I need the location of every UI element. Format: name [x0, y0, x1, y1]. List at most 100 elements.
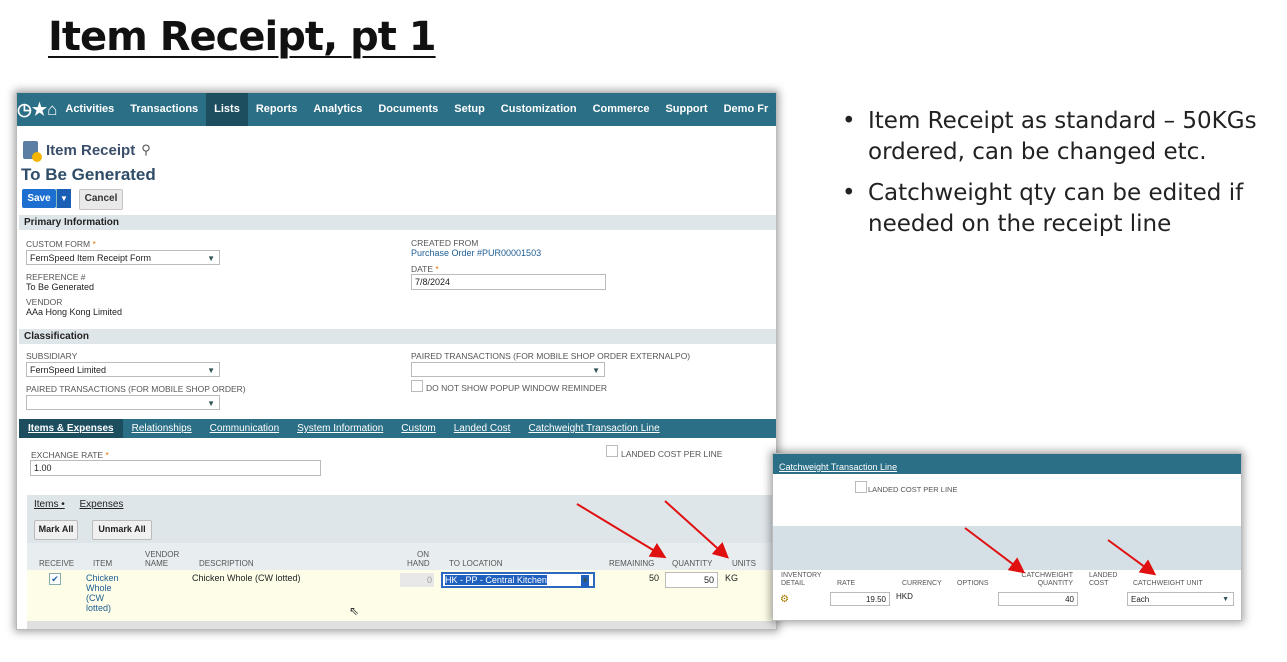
- landed-cost-checkbox[interactable]: [855, 481, 867, 493]
- catchweight-unit-select[interactable]: Each ▼: [1127, 592, 1234, 606]
- quantity-input[interactable]: 50: [665, 572, 718, 588]
- col-rate: RATE: [837, 580, 856, 587]
- rate-input[interactable]: 19.50: [830, 592, 890, 606]
- item-receipt-screenshot: ◷ ★ ⌂ Activities Transactions Lists Repo…: [16, 92, 777, 630]
- paired-ext-select[interactable]: ▼: [411, 362, 605, 377]
- bullet-text: Item Receipt as standard – 50KGs ordered…: [868, 108, 1257, 165]
- col-remaining: REMAINING: [609, 559, 655, 568]
- col-currency: CURRENCY: [902, 580, 942, 587]
- created-from-link[interactable]: Purchase Order #PUR00001503: [411, 248, 541, 258]
- remaining-cell: 50: [648, 573, 659, 583]
- exchange-rate-label: EXCHANGE RATE *: [31, 450, 109, 460]
- vendor-value: AAa Hong Kong Limited: [26, 307, 123, 317]
- recent-icon[interactable]: ◷: [17, 100, 32, 120]
- col-to-location: TO LOCATION: [449, 559, 503, 568]
- mark-all-button[interactable]: Mark All: [34, 520, 78, 540]
- nav-analytics[interactable]: Analytics: [305, 93, 370, 126]
- date-input[interactable]: 7/8/2024: [411, 274, 606, 290]
- home-icon[interactable]: ⌂: [47, 100, 57, 120]
- col-options: OPTIONS: [957, 580, 989, 587]
- tab-relationships[interactable]: Relationships: [123, 419, 201, 438]
- tab-landed-cost[interactable]: Landed Cost: [445, 419, 520, 438]
- custom-form-select[interactable]: FernSpeed Item Receipt Form ▼: [26, 250, 220, 265]
- dropdown-arrow-icon: ▼: [207, 254, 215, 263]
- created-from-label: CREATED FROM: [411, 238, 479, 248]
- save-button[interactable]: Save: [22, 189, 56, 208]
- record-title: To Be Generated: [21, 165, 156, 184]
- slide-title: Item Receipt, pt 1: [48, 14, 437, 60]
- col-catchweight-quantity: CATCHWEIGHT QUANTITY: [1021, 572, 1073, 587]
- nav-reports[interactable]: Reports: [248, 93, 306, 126]
- to-location-select[interactable]: HK - PP - Central Kitchen ▼: [441, 572, 595, 588]
- tab-system-information[interactable]: System Information: [288, 419, 392, 438]
- item-receipt-icon: [23, 141, 42, 162]
- mouse-cursor-icon: ⇖: [349, 604, 360, 618]
- reference-value: To Be Generated: [26, 282, 95, 292]
- nav-transactions[interactable]: Transactions: [122, 93, 206, 126]
- landed-cost-label: LANDED COST PER LINE: [868, 485, 958, 494]
- star-icon[interactable]: ★: [32, 100, 47, 120]
- items-subtabs: Items • Expenses: [34, 499, 135, 510]
- col-units: UNITS: [732, 559, 756, 568]
- save-dropdown-button[interactable]: ▼: [56, 189, 71, 208]
- date-label: DATE *: [411, 264, 439, 274]
- vendor-label: VENDOR: [26, 297, 63, 307]
- bullet-item: • Catchweight qty can be edited if needed…: [842, 178, 1282, 240]
- items-table-header: RECEIVE ITEM VENDOR NAME DESCRIPTION ON …: [27, 543, 776, 570]
- dropdown-arrow-icon: ▼: [1222, 596, 1229, 603]
- unmark-all-button[interactable]: Unmark All: [92, 520, 152, 540]
- cancel-button[interactable]: Cancel: [79, 189, 123, 210]
- record-header: Item Receipt ⚲: [23, 141, 151, 162]
- section-primary-information: Primary Information: [19, 215, 776, 230]
- landed-cost-label: LANDED COST PER LINE: [621, 449, 723, 459]
- dropdown-arrow-icon: ▼: [581, 575, 589, 587]
- col-receive: RECEIVE: [39, 559, 75, 568]
- horizontal-scrollbar[interactable]: [27, 621, 776, 629]
- catchweight-quantity-input[interactable]: 40: [998, 592, 1078, 606]
- bullet-list: • Item Receipt as standard – 50KGs ordere…: [842, 106, 1282, 250]
- nav-documents[interactable]: Documents: [370, 93, 446, 126]
- description-cell: Chicken Whole (CW lotted): [192, 573, 301, 583]
- tab-custom[interactable]: Custom: [392, 419, 444, 438]
- col-on-hand: ON HAND: [407, 550, 430, 568]
- no-popup-checkbox[interactable]: [411, 380, 423, 392]
- bullet-text: Catchweight qty can be edited if needed …: [868, 180, 1244, 237]
- subtab-items[interactable]: Items •: [34, 499, 65, 510]
- col-item: ITEM: [93, 559, 113, 568]
- col-description: DESCRIPTION: [199, 559, 254, 568]
- receive-checkbox[interactable]: ✔: [49, 573, 61, 585]
- subsidiary-label: SUBSIDIARY: [26, 351, 78, 361]
- tab-items-expenses[interactable]: Items & Expenses: [19, 419, 123, 438]
- table-row: ✔ Chicken Whole (CW lotted) Chicken Whol…: [27, 570, 776, 621]
- paired-transactions-select[interactable]: ▼: [26, 395, 220, 410]
- paired-transactions-label: PAIRED TRANSACTIONS (FOR MOBILE SHOP ORD…: [26, 384, 246, 394]
- landed-cost-checkbox[interactable]: [606, 445, 618, 457]
- exchange-rate-input[interactable]: 1.00: [30, 460, 321, 476]
- subsidiary-select[interactable]: FernSpeed Limited ▼: [26, 362, 220, 377]
- catchweight-screenshot: Catchweight Transaction Line LANDED COST…: [772, 453, 1242, 621]
- col-vendor-name: VENDOR NAME: [145, 550, 180, 568]
- nav-lists[interactable]: Lists: [206, 93, 248, 126]
- nav-demo[interactable]: Demo Fr: [716, 93, 776, 126]
- nav-commerce[interactable]: Commerce: [585, 93, 658, 126]
- col-quantity: QUANTITY: [672, 559, 713, 568]
- table-row: ⚙ 19.50 HKD 40 Each ▼: [773, 588, 1241, 612]
- item-link[interactable]: Chicken Whole (CW lotted): [86, 573, 128, 613]
- nav-setup[interactable]: Setup: [446, 93, 493, 126]
- inventory-detail-icon[interactable]: ⚙: [780, 594, 789, 605]
- double-chevron-icon: ▼: [207, 399, 215, 408]
- on-hand-cell: 0: [400, 573, 434, 587]
- tab-catchweight[interactable]: Catchweight Transaction Line: [519, 419, 668, 438]
- subtab-expenses[interactable]: Expenses: [80, 499, 124, 510]
- dropdown-arrow-icon: ▼: [207, 366, 215, 375]
- tab-communication[interactable]: Communication: [201, 419, 288, 438]
- section-classification: Classification: [19, 329, 776, 344]
- nav-support[interactable]: Support: [657, 93, 715, 126]
- catchweight-band: [773, 526, 1241, 570]
- catchweight-header: Catchweight Transaction Line: [773, 454, 1241, 474]
- col-landed-cost: LANDED COST: [1089, 572, 1118, 587]
- nav-activities[interactable]: Activities: [57, 93, 122, 126]
- double-chevron-icon: ▼: [592, 366, 600, 375]
- search-icon[interactable]: ⚲: [141, 142, 151, 158]
- nav-customization[interactable]: Customization: [493, 93, 585, 126]
